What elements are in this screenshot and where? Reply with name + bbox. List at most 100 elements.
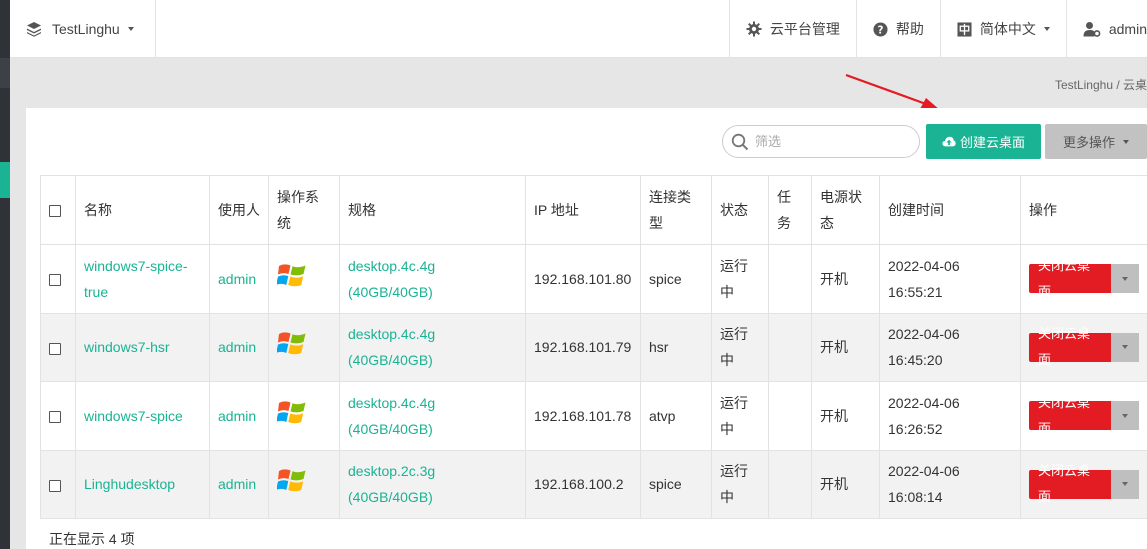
- actions-dropdown-toggle[interactable]: [1111, 469, 1139, 499]
- task-text: [768, 449, 812, 519]
- chevron-down-icon: [1122, 413, 1129, 418]
- breadcrumb: TestLinghu / 云桌: [1054, 78, 1147, 92]
- flavor-disk: (40GB/40GB): [348, 489, 433, 506]
- status-text: 运行中: [711, 449, 769, 519]
- header-user[interactable]: 使用人: [209, 175, 269, 245]
- created-date: 2022-04-06: [888, 463, 960, 480]
- actions-cell: 关闭云桌面: [1020, 244, 1147, 314]
- desktop-name-link[interactable]: windows7-hsr: [75, 312, 210, 382]
- left-sidebar: [0, 0, 10, 549]
- ip-address: 192.168.101.79: [525, 312, 641, 382]
- header-connection-type[interactable]: 连接类型: [640, 175, 712, 245]
- windows-logo-icon: [276, 469, 306, 492]
- header-power-state[interactable]: 电源状态: [811, 175, 880, 245]
- os-cell: [268, 312, 340, 382]
- help-label: 帮助: [895, 21, 924, 37]
- header-task[interactable]: 任务: [768, 175, 812, 245]
- desktop-name-link[interactable]: windows7-spice: [75, 381, 210, 451]
- language-menu[interactable]: 简体中文: [939, 0, 1066, 58]
- more-actions-label: 更多操作: [1062, 135, 1115, 150]
- user-link[interactable]: admin: [209, 381, 269, 451]
- sidebar-active-item[interactable]: [0, 162, 10, 198]
- created-date: 2022-04-06: [888, 394, 960, 411]
- filter-input[interactable]: [753, 133, 907, 150]
- row-checkbox[interactable]: [49, 479, 61, 492]
- header-name[interactable]: 名称: [75, 175, 210, 245]
- help-menu[interactable]: ? 帮助: [855, 0, 940, 58]
- project-selector[interactable]: TestLinghu: [10, 0, 156, 58]
- os-cell: [268, 381, 340, 451]
- table-row: windows7-spice-true admin desktop.4c.4g …: [40, 244, 1147, 314]
- flavor-cell[interactable]: desktop.2c.3g (40GB/40GB): [339, 449, 526, 519]
- created-date: 2022-04-06: [888, 257, 960, 274]
- row-select-cell[interactable]: [40, 449, 76, 519]
- row-select-cell[interactable]: [40, 381, 76, 451]
- status-text: 运行中: [711, 244, 769, 314]
- sidebar-item[interactable]: [0, 58, 10, 88]
- shutdown-desktop-button[interactable]: 关闭云桌面: [1029, 395, 1112, 436]
- flavor-disk: (40GB/40GB): [348, 420, 433, 437]
- desktop-name-link[interactable]: windows7-spice-true: [75, 244, 210, 314]
- help-icon: ?: [873, 21, 888, 37]
- connection-type: spice: [640, 449, 712, 519]
- chevron-down-icon: [127, 27, 134, 31]
- header-status[interactable]: 状态: [711, 175, 769, 245]
- row-select-cell[interactable]: [40, 312, 76, 382]
- chevron-down-icon: [1122, 482, 1129, 487]
- created-time: 2022-04-06 16:26:52: [879, 381, 1021, 451]
- header-created-time[interactable]: 创建时间: [879, 175, 1021, 245]
- cloud-platform-label: 云平台管理: [769, 21, 840, 37]
- actions-cell: 关闭云桌面: [1020, 449, 1147, 519]
- shutdown-desktop-button[interactable]: 关闭云桌面: [1029, 326, 1112, 367]
- filter-search[interactable]: [722, 125, 920, 158]
- power-state: 开机: [811, 449, 880, 519]
- row-select-cell[interactable]: [40, 244, 76, 314]
- ip-address: 192.168.101.78: [525, 381, 641, 451]
- user-link[interactable]: admin: [209, 449, 269, 519]
- task-text: [768, 312, 812, 382]
- flavor-name: desktop.4c.4g: [348, 257, 436, 274]
- created-date: 2022-04-06: [888, 326, 960, 343]
- actions-cell: 关闭云桌面: [1020, 312, 1147, 382]
- cloud-upload-icon: [942, 136, 956, 147]
- shutdown-desktop-button[interactable]: 关闭云桌面: [1029, 463, 1112, 504]
- actions-dropdown-toggle[interactable]: [1111, 332, 1139, 362]
- chevron-down-icon: [1123, 139, 1129, 144]
- power-state: 开机: [811, 244, 880, 314]
- table-row: windows7-spice admin desktop.4c.4g (40GB…: [40, 381, 1147, 451]
- flavor-name: desktop.4c.4g: [348, 394, 436, 411]
- flavor-cell[interactable]: desktop.4c.4g (40GB/40GB): [339, 244, 526, 314]
- cloud-platform-menu[interactable]: 云平台管理: [728, 0, 856, 58]
- create-desktop-button[interactable]: 创建云桌面: [926, 124, 1041, 159]
- user-menu[interactable]: admin: [1065, 0, 1147, 58]
- windows-logo-icon: [276, 264, 306, 286]
- actions-dropdown-toggle[interactable]: [1111, 264, 1139, 294]
- shutdown-desktop-button[interactable]: 关闭云桌面: [1029, 258, 1112, 299]
- created-time: 2022-04-06 16:45:20: [879, 312, 1021, 382]
- header-flavor[interactable]: 规格: [339, 175, 526, 245]
- flavor-cell[interactable]: desktop.4c.4g (40GB/40GB): [339, 312, 526, 382]
- top-navbar: TestLinghu 云平台管理 ? 帮助 简体中文 admin: [10, 0, 1147, 58]
- status-text: 运行中: [711, 381, 769, 451]
- chevron-down-icon: [1122, 276, 1129, 281]
- desktop-name-link[interactable]: Linghudesktop: [75, 449, 210, 519]
- select-all-checkbox[interactable]: [49, 205, 61, 218]
- power-state: 开机: [811, 312, 880, 382]
- search-icon: [731, 133, 749, 150]
- user-link[interactable]: admin: [209, 312, 269, 382]
- more-actions-button[interactable]: 更多操作: [1045, 124, 1147, 159]
- row-checkbox[interactable]: [49, 274, 61, 287]
- actions-dropdown-toggle[interactable]: [1111, 401, 1139, 431]
- row-checkbox[interactable]: [49, 411, 61, 424]
- flavor-cell[interactable]: desktop.4c.4g (40GB/40GB): [339, 381, 526, 451]
- ip-address: 192.168.101.80: [525, 244, 641, 314]
- user-link[interactable]: admin: [209, 244, 269, 314]
- header-ip[interactable]: IP 地址: [525, 175, 641, 245]
- desktop-table: 名称 使用人 操作系统 规格 IP 地址 连接类型 状态 任务 电源状态 创建时…: [40, 175, 1147, 519]
- header-os[interactable]: 操作系统: [268, 175, 340, 245]
- layers-icon: [27, 22, 41, 37]
- row-checkbox[interactable]: [49, 342, 61, 355]
- task-text: [768, 381, 812, 451]
- created-time: 2022-04-06 16:55:21: [879, 244, 1021, 314]
- header-select-all[interactable]: [40, 175, 76, 245]
